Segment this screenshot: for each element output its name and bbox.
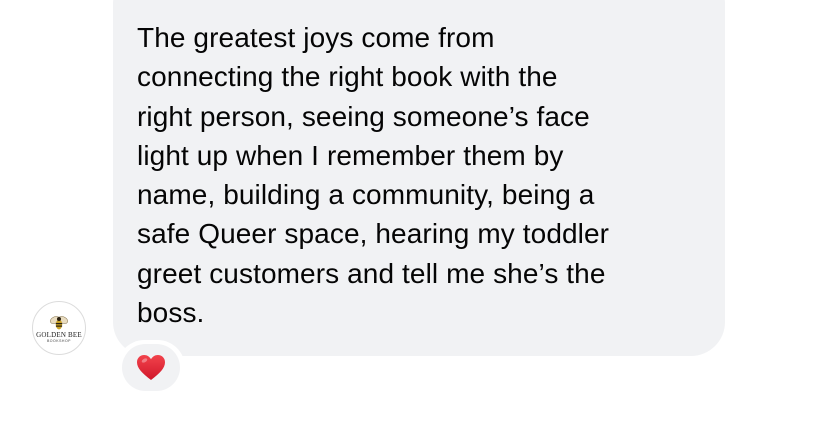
sender-avatar[interactable]: GOLDEN BEE BOOKSHOP [32,301,86,355]
message-bubble[interactable]: The greatest joys come from connecting t… [113,0,725,356]
message-text-line: right person, seeing someone’s face [137,100,590,132]
bee-icon [50,315,68,329]
message-text-line: boss. [137,297,205,329]
avatar-brand-name: GOLDEN BEE [36,330,82,339]
message-text-line: The greatest joys come from [137,22,495,53]
message-text-line: greet customers and tell me she’s the [137,257,606,289]
message-reaction[interactable] [117,340,185,395]
message-text-line: light up when I remember them by [137,139,564,171]
message-text-line: name, building a community, being a [137,179,595,211]
message-text-line: connecting the right book with the [137,61,558,93]
red-heart-icon [137,354,165,380]
avatar-brand-subtitle: BOOKSHOP [46,338,72,343]
reaction-pill [122,344,180,391]
message-text-line: safe Queer space, hearing my toddler [137,218,610,250]
